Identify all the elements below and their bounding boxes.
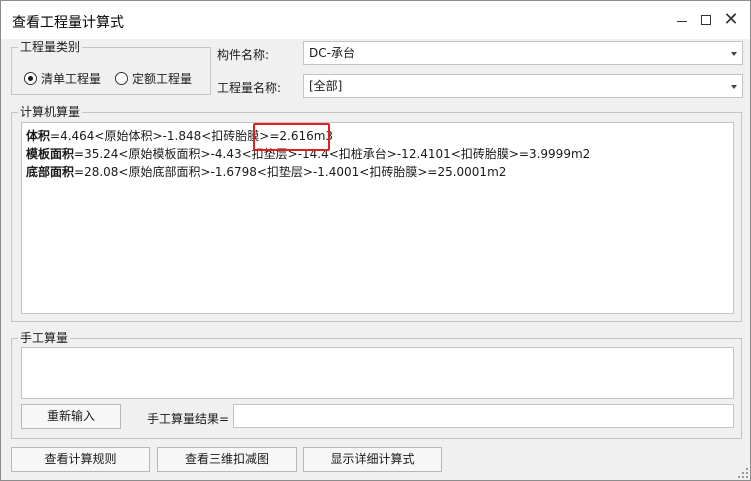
title-bar: 查看工程量计算式 ✕ xyxy=(1,1,750,39)
formula-name: 体积 xyxy=(26,129,51,143)
radio-checked-icon xyxy=(24,71,37,85)
chevron-down-icon xyxy=(731,85,737,89)
dialog-window: 查看工程量计算式 ✕ 工程量类别 清单工程量 定额工程量 构件名称: DC-承台… xyxy=(0,0,751,481)
view-rules-button[interactable]: 查看计算规则 xyxy=(11,447,150,472)
computer-calc-legend: 计算机算量 xyxy=(18,105,83,119)
radio-quota-quantity[interactable]: 定额工程量 xyxy=(115,70,192,86)
maximize-button[interactable] xyxy=(696,10,716,30)
computer-calc-textarea[interactable]: 体积=4.464<原始体积>-1.848<扣砖胎膜>=2.616m3 模板面积=… xyxy=(21,122,734,314)
quantity-type-group: 工程量类别 清单工程量 定额工程量 xyxy=(11,40,211,95)
close-button[interactable]: ✕ xyxy=(721,10,741,30)
reinput-button[interactable]: 重新输入 xyxy=(21,404,121,429)
chevron-down-icon xyxy=(731,52,737,56)
quantity-name-value: [全部] xyxy=(309,79,343,93)
quantity-name-select[interactable]: [全部] xyxy=(303,74,743,98)
minimize-icon xyxy=(677,21,687,22)
formula-expression: =35.24<原始模板面积>-4.43<扣垫层>-14.4<扣桩承台>-12.4… xyxy=(74,147,591,161)
manual-calc-textarea[interactable] xyxy=(21,347,734,399)
formula-name: 模板面积 xyxy=(26,147,75,161)
result-highlight-box xyxy=(253,123,330,151)
manual-calc-legend: 手工算量 xyxy=(18,331,71,345)
radio-unchecked-icon xyxy=(115,71,128,85)
manual-result-input[interactable] xyxy=(233,404,734,428)
window-title: 查看工程量计算式 xyxy=(12,15,124,31)
close-icon: ✕ xyxy=(723,9,739,30)
component-name-select[interactable]: DC-承台 xyxy=(303,41,743,65)
formula-line-bottom-area: 底部面积=28.08<原始底部面积>-1.6798<扣垫层>-1.4001<扣砖… xyxy=(26,164,506,180)
radio-quota-quantity-label: 定额工程量 xyxy=(132,71,193,86)
formula-expression: =28.08<原始底部面积>-1.6798<扣垫层>-1.4001<扣砖胎膜>=… xyxy=(74,165,507,179)
view-3d-button[interactable]: 查看三维扣减图 xyxy=(157,447,297,472)
minimize-button[interactable] xyxy=(672,10,692,30)
show-detail-button[interactable]: 显示详细计算式 xyxy=(303,447,442,472)
radio-bill-quantity[interactable]: 清单工程量 xyxy=(24,70,101,86)
component-name-label: 构件名称: xyxy=(217,48,270,62)
formula-name: 底部面积 xyxy=(26,165,75,179)
quantity-name-label: 工程量名称: xyxy=(217,81,282,95)
component-name-value: DC-承台 xyxy=(309,46,355,60)
manual-result-label: 手工算量结果= xyxy=(147,412,230,426)
resize-grip-icon[interactable] xyxy=(738,468,748,478)
quantity-type-legend: 工程量类别 xyxy=(18,40,83,54)
maximize-icon xyxy=(701,15,711,25)
radio-bill-quantity-label: 清单工程量 xyxy=(41,71,102,86)
